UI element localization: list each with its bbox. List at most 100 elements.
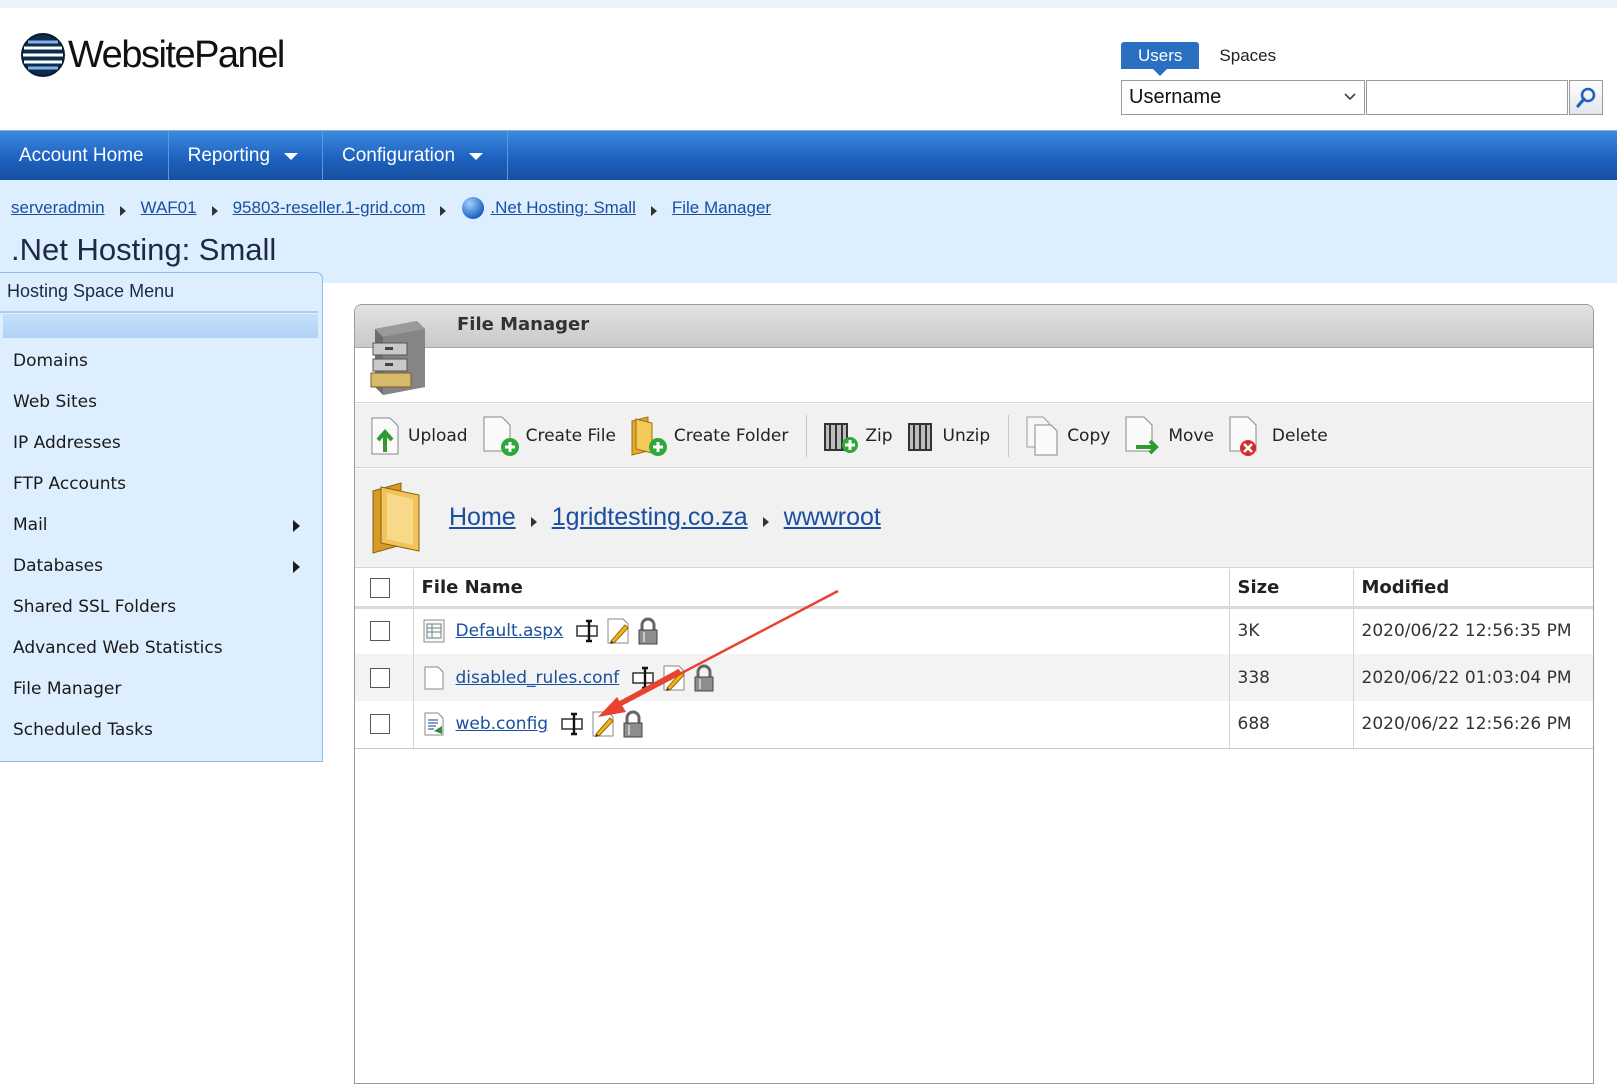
sidebar-item-label: Databases — [13, 556, 103, 576]
nav-reporting[interactable]: Reporting — [169, 131, 324, 181]
file-size-cell: 688 — [1229, 701, 1354, 749]
sidebar-item-web-sites[interactable]: Web Sites — [0, 390, 320, 431]
breadcrumb-link-user[interactable]: serveradmin — [11, 198, 105, 218]
create-file-icon — [483, 416, 519, 456]
globe-logo-icon — [21, 33, 65, 77]
logo[interactable]: WebsitePanel — [20, 30, 285, 80]
path-bar: Home 1gridtesting.co.za wwwroot — [355, 469, 1593, 568]
nav-label: Account Home — [19, 145, 144, 166]
sidebar-item-label: File Manager — [13, 679, 122, 699]
submenu-arrow-icon — [293, 561, 300, 573]
create-file-button[interactable]: Create File — [480, 411, 616, 461]
upload-button[interactable]: Upload — [368, 411, 468, 461]
path-link-home[interactable]: Home — [449, 503, 516, 532]
column-header-modified[interactable]: Modified — [1353, 569, 1593, 609]
edit-icon[interactable] — [605, 617, 631, 645]
sidebar-item-label: IP Addresses — [13, 433, 121, 453]
search-input[interactable] — [1366, 80, 1568, 115]
table-header-row: File Name Size Modified — [355, 569, 1593, 609]
sidebar-item-label: Domains — [13, 351, 88, 371]
sidebar: Hosting Space Menu Domains Web Sites IP … — [0, 272, 323, 762]
copy-button[interactable]: Copy — [1023, 411, 1110, 461]
file-toolbar: Upload Create File Create Folder Zip Unz… — [355, 404, 1593, 468]
rename-icon[interactable] — [631, 665, 657, 691]
nav-configuration[interactable]: Configuration — [323, 131, 509, 181]
file-link[interactable]: web.config — [456, 714, 549, 734]
breadcrumb-separator-icon — [440, 206, 447, 216]
file-size-cell: 3K — [1229, 607, 1354, 654]
select-all-checkbox[interactable] — [370, 577, 390, 598]
rename-icon[interactable] — [575, 618, 601, 644]
path-link-wwwroot[interactable]: wwwroot — [784, 503, 881, 532]
row-checkbox[interactable] — [370, 667, 390, 688]
file-link[interactable]: Default.aspx — [456, 621, 564, 641]
panel-header: File Manager — [355, 305, 1593, 348]
edit-icon[interactable] — [661, 664, 687, 692]
permissions-lock-icon[interactable] — [620, 709, 646, 739]
path-link-domain[interactable]: 1gridtesting.co.za — [552, 503, 748, 532]
rename-icon[interactable] — [560, 711, 586, 737]
zip-button[interactable]: Zip — [821, 411, 893, 461]
search-type-value: Username — [1129, 86, 1222, 108]
unzip-button[interactable]: Unzip — [905, 411, 990, 461]
sidebar-title: Hosting Space Menu — [7, 281, 175, 301]
breadcrumb-link-reseller[interactable]: 95803-reseller.1-grid.com — [233, 198, 426, 218]
sidebar-item-ftp-accounts[interactable]: FTP Accounts — [0, 472, 320, 513]
edit-icon[interactable] — [590, 710, 616, 738]
folder-path: Home 1gridtesting.co.za wwwroot — [449, 503, 881, 532]
sidebar-item-file-manager[interactable]: File Manager — [0, 677, 320, 718]
toolbar-label: Delete — [1271, 425, 1328, 446]
sidebar-item-advanced-web-statistics[interactable]: Advanced Web Statistics — [0, 636, 320, 677]
nav-account-home[interactable]: Account Home — [0, 131, 169, 181]
permissions-lock-icon[interactable] — [691, 663, 717, 693]
file-link[interactable]: disabled_rules.conf — [456, 668, 620, 688]
sidebar-item-domains[interactable]: Domains — [0, 349, 320, 390]
column-header-size[interactable]: Size — [1229, 569, 1354, 609]
move-button[interactable]: Move — [1122, 411, 1214, 461]
path-separator-icon — [530, 516, 537, 527]
config-file-icon — [424, 712, 443, 736]
sidebar-item-label: Mail — [13, 515, 48, 535]
row-checkbox[interactable] — [370, 714, 390, 735]
hosting-space-icon — [462, 197, 485, 219]
blank-file-icon — [424, 666, 443, 689]
delete-icon — [1229, 416, 1257, 456]
path-separator-icon — [762, 516, 769, 527]
sidebar-item-mail[interactable]: Mail — [0, 513, 320, 554]
breadcrumb-link-server[interactable]: WAF01 — [141, 198, 197, 218]
tab-users[interactable]: Users — [1121, 42, 1200, 76]
tab-spaces[interactable]: Spaces — [1219, 46, 1276, 66]
create-folder-button[interactable]: Create Folder — [628, 411, 788, 461]
row-checkbox[interactable] — [370, 621, 390, 642]
select-all-header — [355, 569, 414, 609]
search-type-select[interactable]: Username — [1121, 80, 1365, 115]
permissions-lock-icon[interactable] — [635, 616, 661, 646]
sidebar-item-label: Web Sites — [13, 392, 97, 412]
breadcrumb-link-file-manager[interactable]: File Manager — [672, 198, 771, 218]
file-modified-cell: 2020/06/22 12:56:26 PM — [1353, 701, 1593, 749]
search-button[interactable] — [1569, 80, 1603, 115]
sidebar-item-label: Advanced Web Statistics — [13, 638, 223, 658]
submenu-arrow-icon — [293, 520, 300, 532]
file-cabinet-icon — [370, 321, 425, 395]
search-tabs: Users Spaces — [1121, 42, 1276, 76]
sidebar-item-ip-addresses[interactable]: IP Addresses — [0, 431, 320, 472]
breadcrumb-separator-icon — [119, 206, 126, 216]
breadcrumb-link-hosting-space[interactable]: .Net Hosting: Small — [490, 198, 636, 218]
row-checkbox-cell — [355, 701, 414, 749]
folder-icon — [372, 482, 420, 554]
column-header-file-name[interactable]: File Name — [413, 569, 1230, 609]
unzip-icon — [907, 422, 932, 451]
search-icon — [1576, 87, 1596, 108]
sidebar-item-databases[interactable]: Databases — [0, 554, 320, 595]
file-modified-cell: 2020/06/22 12:56:35 PM — [1361, 621, 1572, 642]
delete-button[interactable]: Delete — [1226, 411, 1328, 461]
toolbar-label: Move — [1168, 425, 1214, 446]
sidebar-item-shared-ssl-folders[interactable]: Shared SSL Folders — [0, 595, 320, 636]
toolbar-separator — [806, 414, 808, 457]
sidebar-item-scheduled-tasks[interactable]: Scheduled Tasks — [0, 718, 320, 759]
breadcrumb-separator-icon — [650, 206, 657, 216]
nav-label: Configuration — [342, 145, 456, 166]
breadcrumb: serveradmin WAF01 95803-reseller.1-grid.… — [11, 196, 771, 220]
panel-subheader — [355, 349, 1593, 403]
